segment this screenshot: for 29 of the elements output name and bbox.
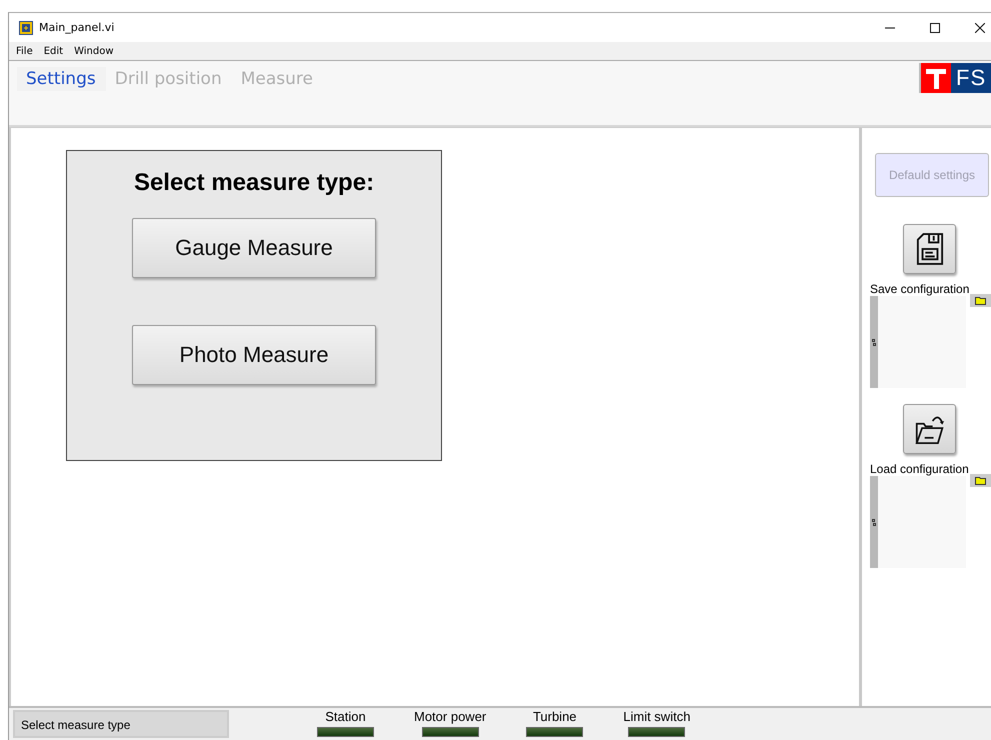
tab[interactable]: Settings	[17, 67, 106, 91]
menu-item[interactable]: Window	[74, 46, 114, 56]
path-field[interactable]	[870, 476, 966, 568]
path-field[interactable]	[870, 296, 966, 388]
config-label: Save configuration	[870, 282, 970, 296]
path-icon	[872, 338, 876, 346]
logo-text: FS	[951, 63, 991, 93]
close-icon[interactable]	[975, 22, 985, 32]
save-button[interactable]	[903, 224, 956, 274]
indicator-label: Turbine	[532, 709, 577, 724]
measure-button[interactable]: Gauge Measure	[132, 218, 376, 278]
indicator-label: Station	[325, 709, 366, 724]
load-button[interactable]	[903, 404, 956, 454]
panel-title: Select measure type:	[134, 169, 374, 197]
indicator-label: Motor power	[414, 709, 486, 724]
browse-button[interactable]	[970, 474, 991, 487]
folder-icon	[975, 296, 987, 304]
config-label: Load configuration	[870, 462, 969, 476]
path-icon	[872, 518, 876, 526]
window-title: Main_panel.vi	[39, 21, 114, 34]
maximize-icon[interactable]	[930, 22, 940, 32]
status-message: Select measure type	[21, 718, 130, 732]
browse-button[interactable]	[970, 294, 991, 307]
menu-item[interactable]: File	[16, 46, 33, 56]
menu-item[interactable]: Edit	[44, 46, 64, 56]
measure-button[interactable]: Photo Measure	[132, 325, 376, 385]
folder-icon	[975, 476, 987, 484]
app-icon	[19, 20, 33, 34]
indicator-label: Limit switch	[623, 709, 690, 724]
